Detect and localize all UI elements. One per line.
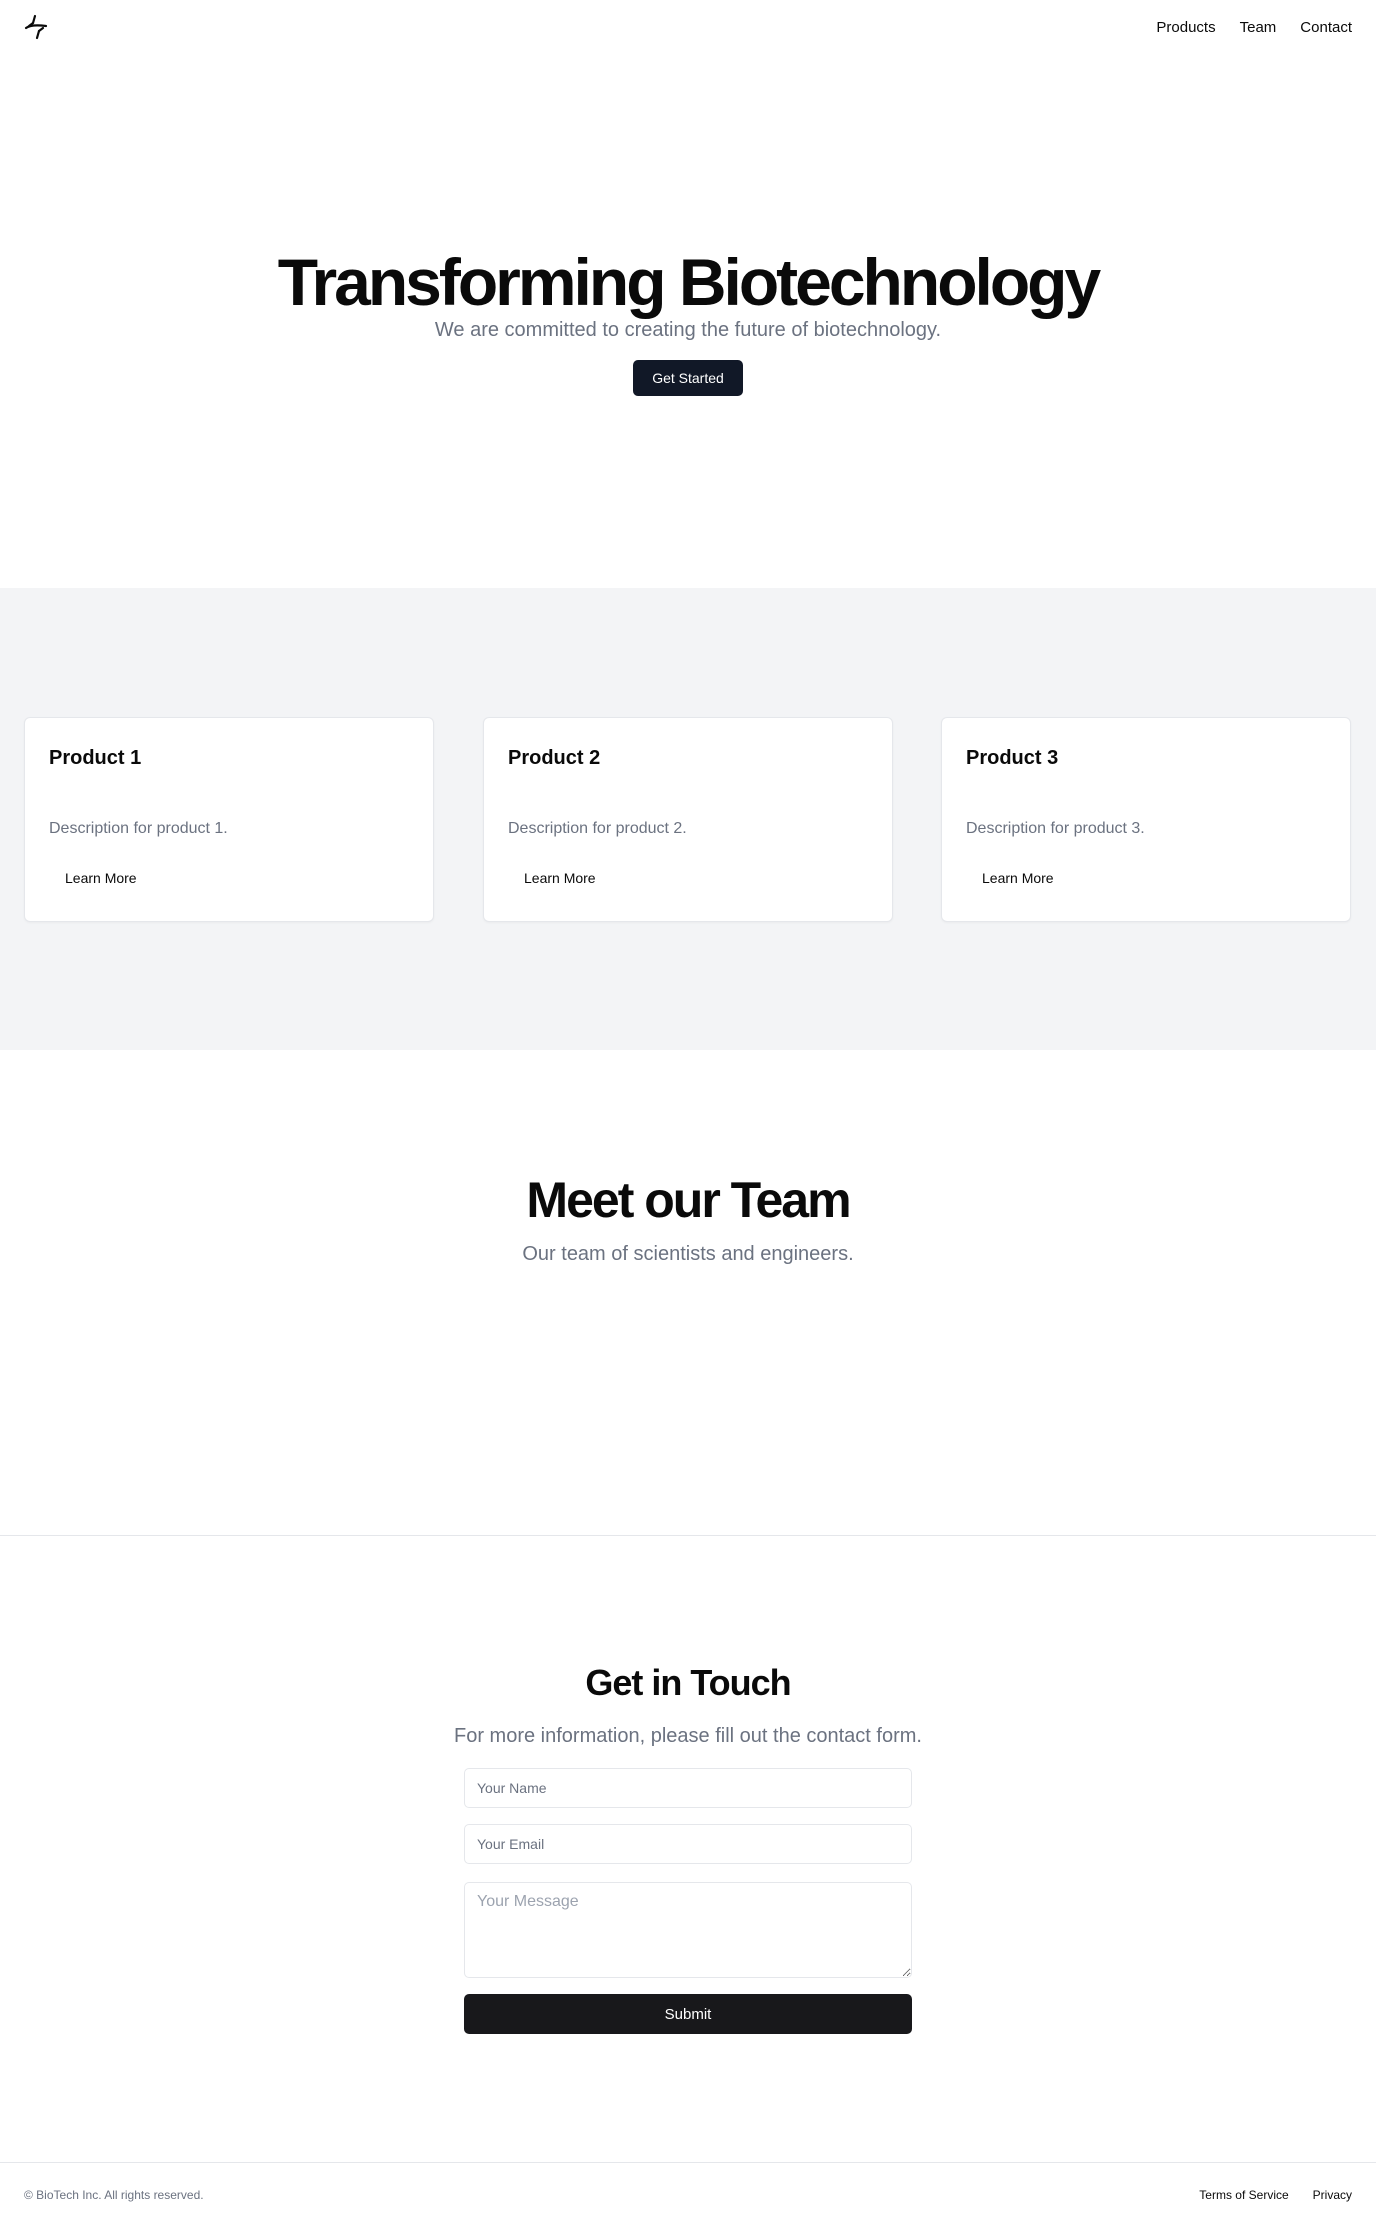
product-title: Product 1	[49, 747, 142, 769]
product-description: Description for product 3.	[966, 820, 1145, 837]
product-description: Description for product 1.	[49, 820, 228, 837]
email-input[interactable]	[464, 1824, 912, 1864]
site-footer: © BioTech Inc. All rights reserved. Term…	[0, 2162, 1376, 2226]
nav-link-contact[interactable]: Contact	[1300, 18, 1352, 38]
product-card: Product 3 Description for product 3. Lea…	[941, 717, 1351, 922]
hero-title: Transforming Biotechnology	[277, 245, 1101, 319]
hero-section: Transforming Biotechnology We are commit…	[0, 56, 1376, 588]
contact-section: Get in Touch For more information, pleas…	[0, 1536, 1376, 2162]
nav-link-team[interactable]: Team	[1240, 18, 1277, 38]
product-card: Product 2 Description for product 2. Lea…	[483, 717, 893, 922]
product-title: Product 3	[966, 747, 1059, 769]
terms-link[interactable]: Terms of Service	[1199, 2187, 1288, 2203]
hero-subtitle: We are committed to creating the future …	[434, 319, 942, 341]
dna-helix-icon	[24, 14, 48, 40]
nav-link-products[interactable]: Products	[1156, 18, 1215, 38]
site-header: Products Team Contact	[0, 0, 1376, 56]
learn-more-button[interactable]: Learn More	[508, 862, 612, 894]
logo-link[interactable]	[24, 14, 48, 40]
name-input[interactable]	[464, 1768, 912, 1808]
product-card: Product 1 Description for product 1. Lea…	[24, 717, 434, 922]
team-title: Meet our Team	[526, 1172, 851, 1228]
privacy-link[interactable]: Privacy	[1313, 2187, 1352, 2203]
message-textarea[interactable]	[464, 1882, 912, 1978]
contact-subtitle: For more information, please fill out th…	[454, 1725, 922, 1747]
main-nav: Products Team Contact	[1156, 18, 1352, 38]
copyright-text: © BioTech Inc. All rights reserved.	[24, 2188, 204, 2202]
contact-title: Get in Touch	[585, 1662, 791, 1703]
product-description: Description for product 2.	[508, 820, 687, 837]
submit-button[interactable]: Submit	[464, 1994, 912, 2034]
team-section: Meet our Team Our team of scientists and…	[0, 1050, 1376, 1536]
learn-more-button[interactable]: Learn More	[966, 862, 1070, 894]
learn-more-button[interactable]: Learn More	[49, 862, 153, 894]
team-subtitle: Our team of scientists and engineers.	[522, 1243, 854, 1265]
product-title: Product 2	[508, 747, 601, 769]
footer-links: Terms of Service Privacy	[1199, 2187, 1352, 2203]
get-started-button[interactable]: Get Started	[633, 360, 743, 396]
products-section: Product 1 Description for product 1. Lea…	[0, 588, 1376, 1050]
